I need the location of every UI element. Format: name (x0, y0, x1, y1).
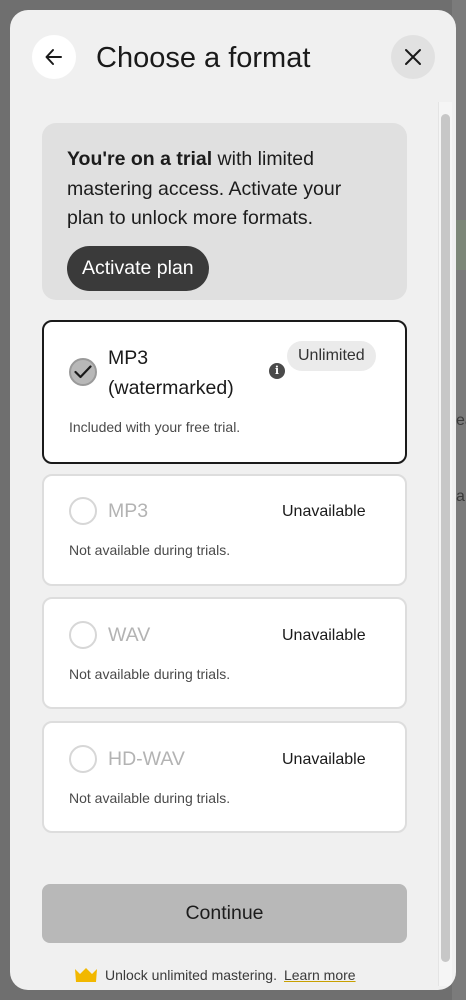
close-button[interactable] (391, 35, 435, 79)
close-icon (405, 49, 421, 65)
option-description: Not available during trials. (69, 542, 231, 558)
option-name: HD-WAV (108, 748, 185, 770)
upgrade-footer: Unlock unlimited mastering. Learn more (74, 964, 356, 986)
arrow-left-icon (45, 49, 62, 65)
option-name: WAV (108, 624, 151, 646)
scrollbar-thumb[interactable] (441, 114, 450, 962)
crown-icon (75, 968, 97, 982)
trial-text-line2: mastering access. Activate your (67, 177, 342, 200)
option-description: Not available during trials. (69, 666, 231, 682)
trial-bold-text: You're on a trial (67, 148, 213, 170)
check-icon (74, 365, 92, 379)
status-label: Unavailable (282, 751, 366, 768)
page-title: Choose a format (96, 42, 311, 74)
format-option-mp3-watermarked[interactable]: MP3 (watermarked) i Unlimited Included w… (42, 320, 407, 464)
trial-text-line3: plan to unlock more formats. (67, 207, 314, 229)
info-icon[interactable]: i (269, 363, 285, 379)
format-option-mp3[interactable]: MP3 Unavailable Not available during tri… (42, 474, 407, 586)
option-description: Included with your free trial. (69, 419, 241, 435)
radio-unchecked[interactable] (69, 745, 97, 773)
status-label: Unavailable (282, 503, 366, 520)
continue-button[interactable]: Continue (42, 884, 407, 943)
background-text: ea (456, 412, 466, 429)
option-name: MP3 (108, 500, 149, 522)
trial-notice: You're on a trial with limited mastering… (42, 123, 407, 300)
format-modal: Choose a format You're on a trial with l… (10, 10, 456, 990)
radio-unchecked[interactable] (69, 497, 97, 525)
footer-text: Unlock unlimited mastering. (105, 967, 277, 983)
option-description: Not available during trials. (69, 790, 231, 806)
trial-text-line1: with limited (212, 148, 315, 170)
option-name: MP3 (watermarked) (108, 343, 234, 403)
trial-message: You're on a trial with limited mastering… (67, 145, 382, 234)
learn-more-link[interactable]: Learn more (284, 967, 356, 983)
option-name-line2: (watermarked) (108, 377, 234, 399)
format-option-wav[interactable]: WAV Unavailable Not available during tri… (42, 597, 407, 709)
back-button[interactable] (32, 35, 76, 79)
radio-checked[interactable] (69, 358, 97, 386)
unlimited-badge: Unlimited (287, 341, 376, 371)
format-option-hd-wav[interactable]: HD-WAV Unavailable Not available during … (42, 721, 407, 833)
status-label: Unavailable (282, 627, 366, 644)
option-name-line1: MP3 (108, 347, 149, 369)
activate-plan-button[interactable]: Activate plan (67, 246, 209, 291)
radio-unchecked[interactable] (69, 621, 97, 649)
background-text: a (456, 488, 465, 505)
